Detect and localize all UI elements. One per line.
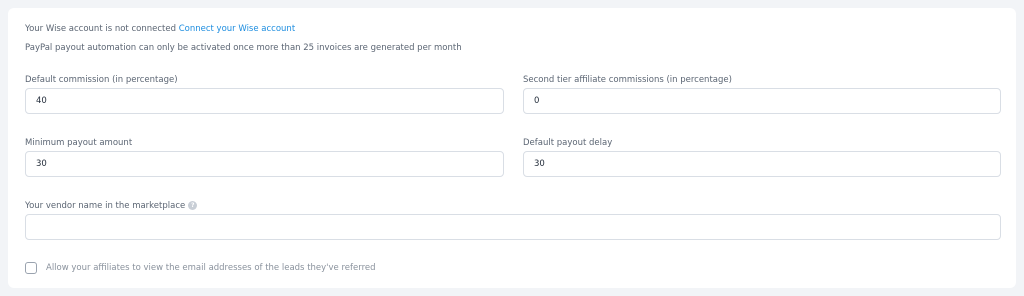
wise-status-line: Your Wise account is not connected Conne…	[25, 23, 295, 35]
connect-wise-link[interactable]: Connect your Wise account	[179, 24, 295, 34]
minimum-payout-input[interactable]	[25, 151, 504, 177]
minimum-payout-label: Minimum payout amount	[25, 138, 133, 148]
allow-emails-label: Allow your affiliates to view the email …	[46, 263, 376, 273]
payout-delay-input[interactable]	[523, 151, 1001, 177]
wise-status-text: Your Wise account is not connected	[25, 24, 176, 34]
default-commission-label: Default commission (in percentage)	[25, 75, 178, 85]
vendor-name-label-row: Your vendor name in the marketplace?	[25, 200, 198, 212]
second-tier-commission-input[interactable]	[523, 88, 1001, 114]
settings-panel: Your Wise account is not connected Conne…	[8, 8, 1016, 288]
vendor-name-input[interactable]	[25, 214, 1001, 240]
default-commission-input[interactable]	[25, 88, 504, 114]
payout-delay-label: Default payout delay	[523, 138, 613, 148]
vendor-name-label: Your vendor name in the marketplace	[25, 201, 186, 211]
second-tier-commission-label: Second tier affiliate commissions (in pe…	[523, 75, 732, 85]
allow-emails-checkbox[interactable]	[25, 262, 37, 274]
allow-emails-row: Allow your affiliates to view the email …	[25, 261, 376, 275]
paypal-note: PayPal payout automation can only be act…	[25, 43, 462, 53]
question-mark-icon[interactable]: ?	[188, 201, 198, 210]
